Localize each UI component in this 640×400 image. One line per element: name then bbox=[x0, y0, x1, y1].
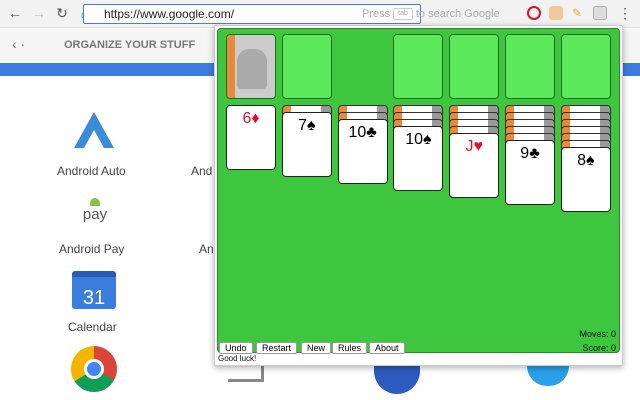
about-button[interactable]: About bbox=[369, 342, 405, 354]
app-label[interactable]: Android Auto bbox=[57, 164, 126, 178]
face-up-card[interactable]: 8♠ bbox=[560, 147, 611, 212]
android-pay-icon[interactable]: pay bbox=[80, 198, 110, 223]
app-label[interactable]: Android Pay bbox=[59, 242, 124, 256]
waste-pile[interactable] bbox=[282, 34, 332, 99]
undo-button[interactable]: Undo bbox=[219, 342, 253, 354]
rules-button[interactable]: Rules bbox=[332, 342, 368, 354]
reload-icon[interactable]: ↻ bbox=[53, 5, 71, 22]
forward-icon[interactable]: → bbox=[30, 5, 48, 21]
moves-counter: Moves: 0 bbox=[579, 329, 616, 339]
face-up-card[interactable]: J♥ bbox=[449, 133, 500, 198]
face-up-card[interactable]: 6♦ bbox=[226, 105, 276, 170]
android-auto-icon[interactable] bbox=[72, 110, 116, 150]
app-label[interactable]: An bbox=[199, 242, 214, 256]
search-hint: Press tab to search Google bbox=[362, 8, 500, 21]
cat-icon bbox=[237, 49, 267, 89]
app-label[interactable]: And bbox=[191, 164, 212, 178]
prev-icon[interactable]: ‹ · bbox=[12, 36, 25, 52]
foundation-slot[interactable] bbox=[393, 34, 443, 99]
solitaire-popup: Moves: 0 Score: 0 6♦ 7♠ 10♣ 10♠ J♥ 9♣ 8♠ Undo Re… bbox=[214, 25, 623, 366]
app-icon[interactable] bbox=[374, 364, 420, 394]
calendar-icon[interactable]: 31 bbox=[72, 271, 116, 309]
chrome-icon[interactable] bbox=[71, 346, 117, 392]
new-button[interactable]: New bbox=[301, 342, 332, 354]
menu-icon[interactable]: ⋮ bbox=[616, 5, 634, 22]
face-extension-icon[interactable] bbox=[549, 6, 563, 20]
status-message: Good luck! bbox=[218, 354, 257, 363]
face-up-card[interactable]: 10♠ bbox=[393, 126, 444, 191]
opera-extension-icon[interactable] bbox=[527, 6, 541, 20]
app-icon[interactable] bbox=[527, 364, 569, 386]
browser-toolbar: ← → ↻ ⌂ https://www.google.com/ Presstab… bbox=[0, 0, 640, 28]
face-up-card[interactable]: 7♠ bbox=[281, 112, 332, 177]
back-icon[interactable]: ← bbox=[6, 5, 24, 21]
foundation-slot[interactable] bbox=[505, 34, 555, 99]
restart-button[interactable]: Restart bbox=[256, 342, 298, 354]
score-counter: Score: 0 bbox=[582, 343, 616, 353]
page-title: ORGANIZE YOUR STUFF bbox=[64, 39, 196, 51]
cast-icon[interactable] bbox=[228, 366, 264, 382]
solitaire-extension-icon[interactable] bbox=[593, 6, 607, 20]
face-up-card[interactable]: 9♣ bbox=[505, 140, 555, 205]
pencil-extension-icon[interactable]: ✎ bbox=[572, 6, 586, 20]
foundation-slot[interactable] bbox=[561, 34, 611, 99]
face-up-card[interactable]: 10♣ bbox=[337, 119, 388, 184]
stock-pile[interactable] bbox=[226, 34, 276, 99]
app-label[interactable]: Calendar bbox=[68, 320, 117, 334]
url-text: https://www.google.com/ bbox=[104, 7, 235, 21]
game-table: Moves: 0 Score: 0 6♦ 7♠ 10♣ 10♠ J♥ 9♣ 8♠ Undo Re… bbox=[217, 28, 620, 354]
foundation-slot[interactable] bbox=[449, 34, 499, 99]
